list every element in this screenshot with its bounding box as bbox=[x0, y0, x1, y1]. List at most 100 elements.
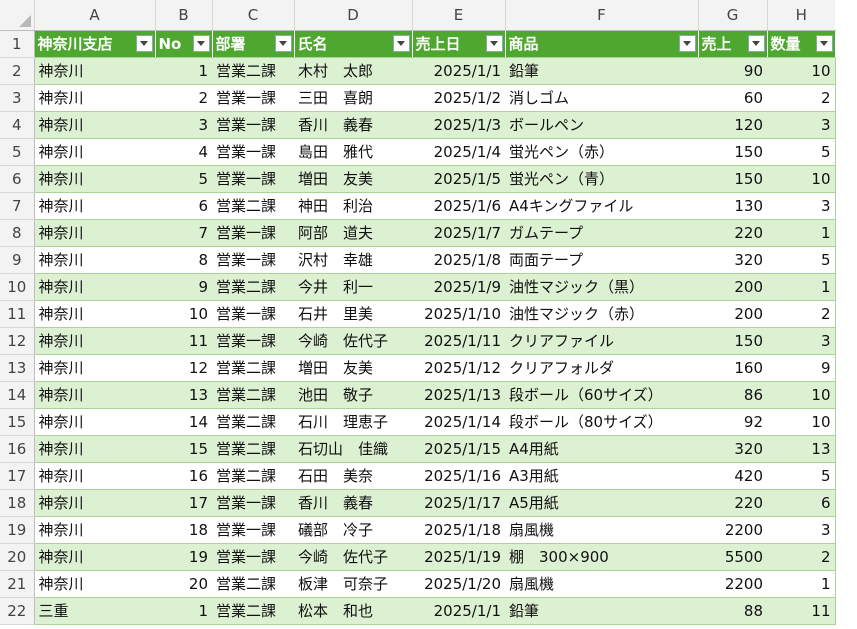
row-number[interactable]: 5 bbox=[0, 138, 35, 166]
cell-date[interactable]: 2025/1/4 bbox=[412, 138, 505, 166]
cell-date[interactable]: 2025/1/13 bbox=[412, 381, 505, 409]
cell-qty[interactable]: 3 bbox=[767, 516, 836, 544]
row-number[interactable]: 8 bbox=[0, 219, 35, 247]
row-number[interactable]: 3 bbox=[0, 84, 35, 112]
cell-product[interactable]: クリアフォルダ bbox=[505, 354, 698, 382]
cell-name[interactable]: 石川 理恵子 bbox=[294, 408, 412, 436]
cell-product[interactable]: 蛍光ペン（青） bbox=[505, 165, 698, 193]
cell-qty[interactable]: 2 bbox=[767, 300, 836, 328]
cell-date[interactable]: 2025/1/9 bbox=[412, 273, 505, 301]
cell-product[interactable]: 鉛筆 bbox=[505, 57, 698, 85]
cell-dept[interactable]: 営業二課 bbox=[212, 192, 294, 220]
column-header-e[interactable]: E bbox=[412, 0, 506, 31]
cell-sales[interactable]: 2200 bbox=[698, 570, 767, 598]
cell-sales[interactable]: 88 bbox=[698, 597, 767, 625]
cell-qty[interactable]: 1 bbox=[767, 273, 836, 301]
header-cell-name[interactable]: 氏名 bbox=[294, 30, 413, 58]
cell-sales[interactable]: 160 bbox=[698, 354, 767, 382]
cell-date[interactable]: 2025/1/2 bbox=[412, 84, 505, 112]
cell-branch[interactable]: 神奈川 bbox=[34, 489, 155, 517]
cell-branch[interactable]: 神奈川 bbox=[34, 570, 155, 598]
cell-product[interactable]: 鉛筆 bbox=[505, 597, 698, 625]
row-number[interactable]: 9 bbox=[0, 246, 35, 274]
cell-product[interactable]: ガムテープ bbox=[505, 219, 698, 247]
cell-name[interactable]: 石切山 佳織 bbox=[294, 435, 412, 463]
filter-dropdown-icon[interactable] bbox=[747, 35, 765, 52]
header-cell-qty[interactable]: 数量 bbox=[767, 30, 836, 58]
cell-date[interactable]: 2025/1/14 bbox=[412, 408, 505, 436]
cell-name[interactable]: 香川 義春 bbox=[294, 489, 412, 517]
cell-no[interactable]: 15 bbox=[155, 435, 212, 463]
filter-dropdown-icon[interactable] bbox=[392, 35, 410, 52]
cell-sales[interactable]: 220 bbox=[698, 219, 767, 247]
header-cell-date[interactable]: 売上日 bbox=[412, 30, 506, 58]
cell-name[interactable]: 石井 里美 bbox=[294, 300, 412, 328]
cell-branch[interactable]: 神奈川 bbox=[34, 165, 155, 193]
cell-dept[interactable]: 営業一課 bbox=[212, 84, 294, 112]
cell-product[interactable]: 両面テープ bbox=[505, 246, 698, 274]
filter-dropdown-icon[interactable] bbox=[678, 35, 696, 52]
cell-product[interactable]: 油性マジック（赤） bbox=[505, 300, 698, 328]
cell-branch[interactable]: 神奈川 bbox=[34, 462, 155, 490]
cell-date[interactable]: 2025/1/18 bbox=[412, 516, 505, 544]
cell-date[interactable]: 2025/1/12 bbox=[412, 354, 505, 382]
row-number[interactable]: 16 bbox=[0, 435, 35, 463]
cell-branch[interactable]: 神奈川 bbox=[34, 84, 155, 112]
cell-qty[interactable]: 13 bbox=[767, 435, 836, 463]
row-number[interactable]: 14 bbox=[0, 381, 35, 409]
cell-qty[interactable]: 6 bbox=[767, 489, 836, 517]
row-number[interactable]: 1 bbox=[0, 30, 35, 58]
cell-qty[interactable]: 3 bbox=[767, 111, 836, 139]
cell-qty[interactable]: 5 bbox=[767, 138, 836, 166]
cell-branch[interactable]: 神奈川 bbox=[34, 543, 155, 571]
cell-date[interactable]: 2025/1/16 bbox=[412, 462, 505, 490]
cell-name[interactable]: 阿部 道夫 bbox=[294, 219, 412, 247]
cell-qty[interactable]: 1 bbox=[767, 570, 836, 598]
cell-date[interactable]: 2025/1/20 bbox=[412, 570, 505, 598]
cell-branch[interactable]: 神奈川 bbox=[34, 246, 155, 274]
column-header-h[interactable]: H bbox=[767, 0, 835, 31]
cell-no[interactable]: 9 bbox=[155, 273, 212, 301]
cell-product[interactable]: 油性マジック（黒） bbox=[505, 273, 698, 301]
cell-sales[interactable]: 150 bbox=[698, 327, 767, 355]
cell-qty[interactable]: 3 bbox=[767, 192, 836, 220]
cell-branch[interactable]: 神奈川 bbox=[34, 57, 155, 85]
header-cell-sales[interactable]: 売上 bbox=[698, 30, 768, 58]
select-all-corner[interactable] bbox=[0, 0, 35, 31]
cell-sales[interactable]: 320 bbox=[698, 246, 767, 274]
cell-sales[interactable]: 200 bbox=[698, 300, 767, 328]
row-number[interactable]: 2 bbox=[0, 57, 35, 85]
cell-name[interactable]: 今崎 佐代子 bbox=[294, 543, 412, 571]
cell-name[interactable]: 島田 雅代 bbox=[294, 138, 412, 166]
cell-sales[interactable]: 90 bbox=[698, 57, 767, 85]
cell-branch[interactable]: 神奈川 bbox=[34, 435, 155, 463]
cell-no[interactable]: 19 bbox=[155, 543, 212, 571]
cell-dept[interactable]: 営業一課 bbox=[212, 327, 294, 355]
cell-qty[interactable]: 1 bbox=[767, 219, 836, 247]
cell-product[interactable]: 蛍光ペン（赤） bbox=[505, 138, 698, 166]
cell-date[interactable]: 2025/1/7 bbox=[412, 219, 505, 247]
cell-dept[interactable]: 営業一課 bbox=[212, 489, 294, 517]
cell-sales[interactable]: 150 bbox=[698, 138, 767, 166]
cell-dept[interactable]: 営業一課 bbox=[212, 138, 294, 166]
row-number[interactable]: 10 bbox=[0, 273, 35, 301]
cell-branch[interactable]: 神奈川 bbox=[34, 111, 155, 139]
cell-no[interactable]: 12 bbox=[155, 354, 212, 382]
cell-name[interactable]: 増田 友美 bbox=[294, 165, 412, 193]
cell-sales[interactable]: 5500 bbox=[698, 543, 767, 571]
cell-branch[interactable]: 神奈川 bbox=[34, 327, 155, 355]
cell-product[interactable]: 消しゴム bbox=[505, 84, 698, 112]
column-header-a[interactable]: A bbox=[34, 0, 156, 31]
cell-no[interactable]: 17 bbox=[155, 489, 212, 517]
cell-date[interactable]: 2025/1/10 bbox=[412, 300, 505, 328]
cell-no[interactable]: 11 bbox=[155, 327, 212, 355]
cell-branch[interactable]: 神奈川 bbox=[34, 219, 155, 247]
cell-dept[interactable]: 営業一課 bbox=[212, 516, 294, 544]
cell-name[interactable]: 増田 友美 bbox=[294, 354, 412, 382]
cell-product[interactable]: 扇風機 bbox=[505, 570, 698, 598]
cell-dept[interactable]: 営業二課 bbox=[212, 381, 294, 409]
cell-name[interactable]: 礒部 冷子 bbox=[294, 516, 412, 544]
cell-no[interactable]: 7 bbox=[155, 219, 212, 247]
cell-date[interactable]: 2025/1/8 bbox=[412, 246, 505, 274]
cell-product[interactable]: 段ボール（60サイズ） bbox=[505, 381, 698, 409]
